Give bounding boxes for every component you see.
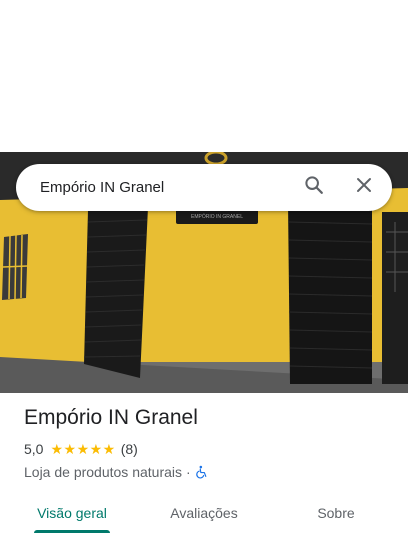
place-tabs: Visão geral Avaliações Sobre bbox=[0, 496, 408, 536]
wheelchair-icon[interactable] bbox=[195, 465, 209, 479]
tab-reviews[interactable]: Avaliações bbox=[158, 496, 250, 536]
tab-about-label: Sobre bbox=[317, 505, 355, 521]
search-button[interactable] bbox=[296, 170, 332, 206]
place-category[interactable]: Loja de produtos naturais bbox=[24, 464, 182, 480]
close-icon bbox=[355, 176, 373, 199]
review-count[interactable]: (8) bbox=[121, 441, 138, 457]
place-info: Empório IN Granel 5,0 ★★★★★ (8) Loja de … bbox=[24, 404, 394, 482]
rating-value: 5,0 bbox=[24, 441, 44, 457]
rating-row[interactable]: 5,0 ★★★★★ (8) bbox=[24, 440, 394, 458]
tab-overview[interactable]: Visão geral bbox=[28, 496, 116, 536]
category-row: Loja de produtos naturais · bbox=[24, 462, 394, 482]
active-tab-indicator bbox=[34, 530, 110, 533]
tab-about[interactable]: Sobre bbox=[306, 496, 366, 536]
tab-reviews-label: Avaliações bbox=[170, 505, 238, 521]
store-sign-text: EMPÓRIO IN GRANEL bbox=[191, 213, 243, 220]
place-title: Empório IN Granel bbox=[24, 406, 198, 429]
search-icon bbox=[303, 174, 325, 201]
tab-overview-label: Visão geral bbox=[37, 505, 107, 521]
search-input[interactable] bbox=[40, 179, 296, 196]
search-bar[interactable] bbox=[16, 164, 392, 211]
clear-search-button[interactable] bbox=[346, 170, 382, 206]
separator-dot: · bbox=[186, 464, 191, 480]
star-rating: ★★★★★ bbox=[50, 440, 116, 457]
